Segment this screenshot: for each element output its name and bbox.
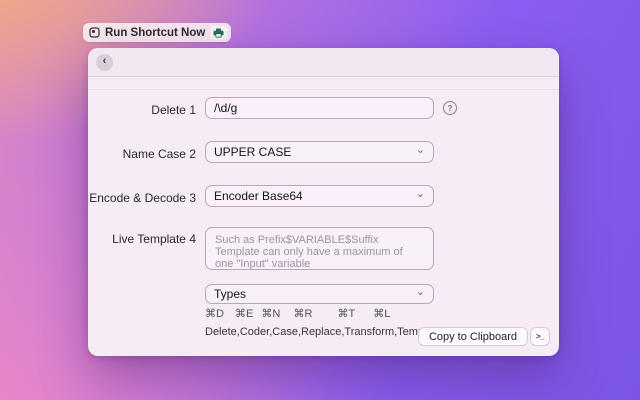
name-case-value: UPPER CASE	[214, 145, 292, 159]
window-header: ‹	[88, 48, 559, 77]
live-template-textarea[interactable]: Such as Prefix$VARIABLE$Suffix Template …	[205, 227, 434, 270]
copy-button-label: Copy to Clipboard	[428, 330, 517, 343]
chevron-down-icon: ⌄	[415, 285, 425, 298]
field-label-delete: Delete 1	[151, 103, 196, 117]
shortcut-hint: ⌘E	[235, 308, 254, 320]
delete-regex-value: /\d/g	[214, 101, 238, 115]
shortcut-hint: ⌘D	[205, 308, 224, 320]
encode-decode-select[interactable]: Encoder Base64 ⌄	[205, 185, 434, 207]
shortcut-hint: ⌘T	[337, 308, 356, 320]
scrolled-row-edge	[88, 77, 559, 90]
chevron-down-icon: ⌄	[415, 187, 425, 200]
shortcut-icon	[89, 27, 100, 38]
copy-to-clipboard-button[interactable]: Copy to Clipboard	[417, 327, 528, 346]
terminal-button[interactable]: >_	[530, 327, 550, 346]
terminal-prompt-icon: >_	[535, 332, 545, 341]
footer-buttons: Copy to Clipboard >_	[417, 327, 550, 346]
types-summary-text: Delete,Coder,Case,Replace,Transform,Temp…	[205, 326, 442, 338]
help-icon: ?	[447, 103, 453, 113]
chevron-left-icon: ‹	[102, 55, 107, 67]
delete-regex-input[interactable]: /\d/g	[205, 97, 434, 119]
shortcut-hint: ⌘L	[373, 308, 391, 320]
shortcut-hint: ⌘N	[261, 308, 281, 320]
printer-button[interactable]	[210, 25, 228, 40]
encode-decode-value: Encoder Base64	[214, 189, 303, 203]
run-shortcut-label: Run Shortcut Now	[105, 26, 206, 39]
types-value: Types	[214, 287, 247, 301]
field-label-encode-decode: Encode & Decode 3	[89, 191, 196, 205]
name-case-select[interactable]: UPPER CASE ⌄	[205, 141, 434, 163]
keyboard-shortcut-hints: ⌘D ⌘E ⌘N ⌘R ⌘T ⌘L	[205, 307, 390, 320]
template-placeholder-line1: Such as Prefix$VARIABLE$Suffix	[215, 234, 379, 246]
field-label-name-case: Name Case 2	[122, 147, 196, 161]
app-window: ‹ Delete 1 /\d/g ? Name Case 2 UPPER CAS…	[88, 48, 559, 356]
shortcut-hint: ⌘R	[293, 308, 313, 320]
chevron-down-icon: ⌄	[415, 143, 425, 156]
template-placeholder-line2: Template can only have a maximum of one …	[215, 246, 403, 270]
printer-icon	[213, 28, 224, 38]
run-shortcut-button[interactable]: Run Shortcut Now	[83, 23, 232, 42]
help-button[interactable]: ?	[443, 101, 457, 115]
types-select[interactable]: Types ⌄	[205, 284, 434, 304]
field-label-live-template: Live Template 4	[112, 232, 196, 246]
back-button[interactable]: ‹	[96, 53, 113, 71]
